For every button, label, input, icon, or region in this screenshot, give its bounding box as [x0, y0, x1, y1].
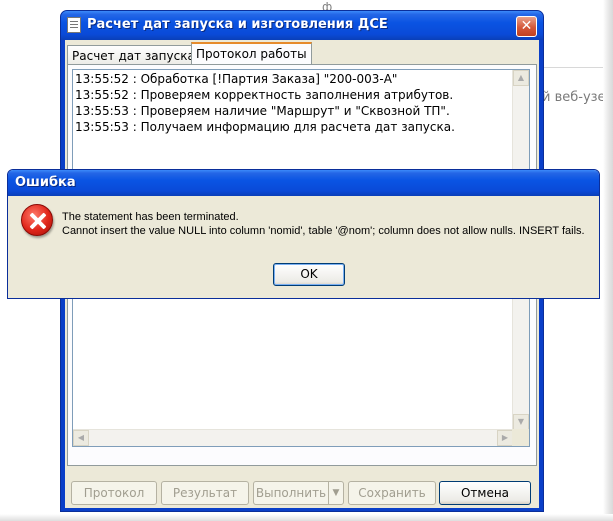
error-dialog-titlebar[interactable]: Ошибка [8, 170, 599, 196]
log-line: 13:55:52 : Проверяем корректность заполн… [75, 88, 454, 102]
execute-button[interactable]: Выполнить [253, 481, 329, 505]
error-message-line-1: The statement has been terminated. [62, 211, 239, 223]
cancel-button[interactable]: Отмена [439, 481, 531, 505]
scrollbar-corner [512, 429, 529, 446]
tab-work-log[interactable]: Протокол работы [191, 42, 312, 65]
scroll-left-arrow-icon[interactable]: ◀ [73, 430, 89, 446]
execute-dropdown-arrow-icon[interactable]: ▼ [328, 481, 344, 505]
screenshot-shadow-right [603, 0, 613, 521]
scroll-right-arrow-icon[interactable]: ▶ [497, 430, 513, 446]
error-dialog-title: Ошибка [15, 175, 76, 190]
main-window-titlebar[interactable]: Расчет дат запуска и изготовления ДСЕ ✕ [61, 11, 543, 40]
error-dialog: Ошибка The statement has been terminated… [7, 169, 600, 299]
result-button[interactable]: Результат [161, 481, 249, 505]
app-document-icon [67, 17, 81, 33]
scroll-up-arrow-icon[interactable]: ▲ [513, 70, 529, 86]
tab-start-dates[interactable]: Расчет дат запуска [67, 45, 200, 65]
protocol-button[interactable]: Протокол [71, 481, 157, 505]
log-line: 13:55:52 : Обработка [!Партия Заказа] "2… [75, 72, 398, 86]
ok-button[interactable]: OK [273, 263, 345, 286]
close-button[interactable]: ✕ [516, 16, 537, 37]
save-button[interactable]: Сохранить [348, 481, 436, 505]
scroll-down-arrow-icon[interactable]: ▼ [513, 414, 529, 430]
main-window-title: Расчет дат запуска и изготовления ДСЕ [87, 17, 388, 32]
screenshot-shadow-bottom [0, 514, 613, 521]
log-line: 13:55:53 : Проверяем наличие "Маршрут" и… [75, 104, 450, 118]
error-dialog-body: The statement has been terminated. Canno… [11, 196, 596, 296]
error-icon [21, 204, 53, 236]
log-line: 13:55:53 : Получаем информацию для расче… [75, 120, 455, 134]
error-message-line-2: Cannot insert the value NULL into column… [62, 225, 585, 237]
log-horizontal-scrollbar[interactable]: ◀ ▶ [73, 429, 513, 446]
